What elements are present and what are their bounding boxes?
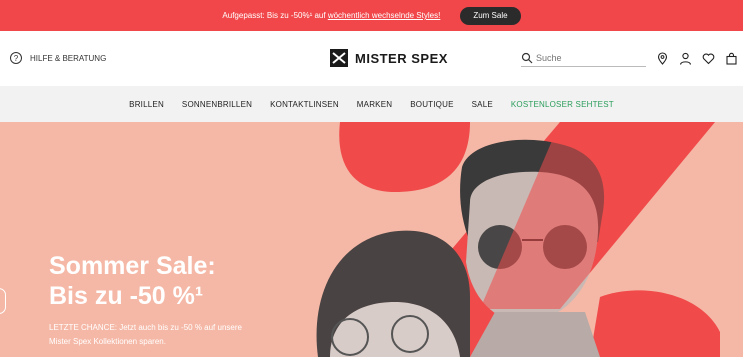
hero-headline: Sommer Sale: Bis zu -50 %¹ — [49, 251, 216, 311]
nav-item-sonnenbrillen[interactable]: SONNENBRILLEN — [182, 100, 252, 109]
promo-text-prefix: Aufgepasst: Bis zu -50%¹ auf — [222, 11, 328, 20]
question-icon: ? — [10, 52, 22, 64]
nav-item-sale[interactable]: SALE — [472, 100, 493, 109]
promo-banner: Aufgepasst: Bis zu -50%¹ auf wöchentlich… — [0, 0, 743, 31]
promo-text: Aufgepasst: Bis zu -50%¹ auf wöchentlich… — [222, 11, 440, 20]
search-input[interactable] — [536, 52, 641, 63]
percent-ring-shape — [255, 122, 470, 192]
nav-item-brillen[interactable]: BRILLEN — [129, 100, 164, 109]
search-icon — [521, 52, 533, 63]
nav-item-boutique[interactable]: BOUTIQUE — [410, 100, 453, 109]
search-bar[interactable] — [521, 49, 646, 67]
site-header: ? HILFE & BERATUNG MISTER SPEX — [0, 31, 743, 86]
hero-banner[interactable]: Sommer Sale: Bis zu -50 %¹ LETZTE CHANCE… — [0, 122, 743, 357]
hero-headline-line2: Bis zu -50 %¹ — [49, 282, 204, 310]
percent-bottom-shape — [590, 290, 720, 357]
hero-subtext: LETZTE CHANCE: Jetzt auch bis zu -50 % a… — [49, 323, 242, 346]
promo-link[interactable]: wöchentlich wechselnde Styles! — [328, 11, 441, 20]
logo-mark-icon — [330, 49, 348, 67]
wishlist-heart-icon[interactable] — [702, 52, 715, 65]
nav-item-kontaktlinsen[interactable]: KONTAKTLINSEN — [270, 100, 339, 109]
main-navigation: BRILLEN SONNENBRILLEN KONTAKTLINSEN MARK… — [0, 86, 743, 122]
cart-bag-icon[interactable] — [725, 52, 738, 65]
help-link[interactable]: ? HILFE & BERATUNG — [10, 52, 106, 64]
help-label: HILFE & BERATUNG — [30, 53, 107, 63]
brand-logo[interactable]: MISTER SPEX — [330, 49, 448, 67]
slider-prev-button[interactable] — [0, 288, 6, 314]
brand-name: MISTER SPEX — [355, 50, 448, 66]
hero-headline-line1: Sommer Sale: — [49, 252, 216, 280]
store-locator-icon[interactable] — [656, 52, 669, 65]
header-icons — [656, 52, 743, 65]
nav-item-marken[interactable]: MARKEN — [357, 100, 392, 109]
nav-item-sehtest[interactable]: KOSTENLOSER SEHTEST — [511, 100, 614, 109]
account-icon[interactable] — [679, 52, 692, 65]
sale-button[interactable]: Zum Sale — [460, 6, 521, 25]
